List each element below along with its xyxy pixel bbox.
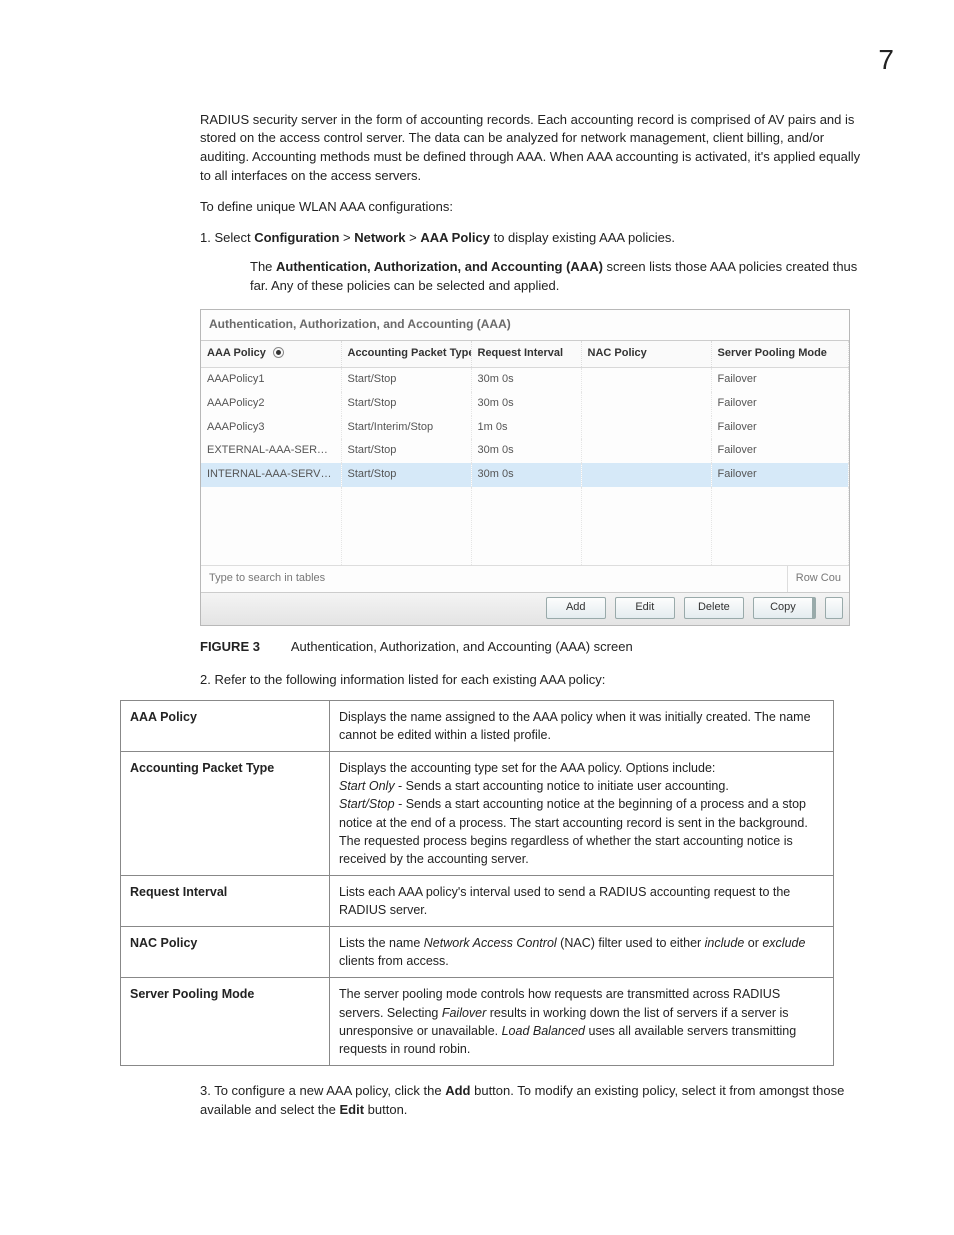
definition-term: NAC Policy (121, 927, 330, 978)
copy-button[interactable]: Copy (753, 597, 816, 619)
definition-table: AAA PolicyDisplays the name assigned to … (120, 700, 834, 1066)
sort-indicator-icon (273, 347, 284, 358)
step-2: 2. Refer to the following information li… (200, 671, 874, 690)
definition-term: Accounting Packet Type (121, 752, 330, 876)
step-1: 1. Select Configuration > Network > AAA … (200, 229, 874, 248)
search-input[interactable]: Type to search in tables (201, 566, 788, 592)
table-row[interactable]: AAAPolicy2Start/Stop30m 0sFailover (201, 392, 849, 416)
definition-desc: Lists each AAA policy's interval used to… (330, 875, 834, 926)
panel-title: Authentication, Authorization, and Accou… (201, 310, 849, 340)
table-row[interactable]: AAAPolicy3Start/Interim/Stop1m 0sFailove… (201, 416, 849, 440)
add-button[interactable]: Add (546, 597, 606, 619)
intro-paragraph: RADIUS security server in the form of ac… (200, 111, 874, 186)
figure-caption: FIGURE 3 Authentication, Authorization, … (200, 638, 894, 657)
step-1-sub: The Authentication, Authorization, and A… (250, 258, 874, 296)
aaa-screenshot: Authentication, Authorization, and Accou… (200, 309, 850, 626)
table-row[interactable]: INTERNAL-AAA-SERVERStart/Stop30m 0sFailo… (201, 463, 849, 487)
define-line: To define unique WLAN AAA configurations… (200, 198, 874, 217)
col-aaa-policy[interactable]: AAA Policy (201, 341, 341, 367)
definition-desc: Displays the name assigned to the AAA po… (330, 700, 834, 751)
definition-term: Server Pooling Mode (121, 978, 330, 1066)
definition-desc: The server pooling mode controls how req… (330, 978, 834, 1066)
col-nac-policy[interactable]: NAC Policy (581, 341, 711, 367)
more-button[interactable] (825, 597, 843, 619)
policy-table: AAA Policy Accounting Packet Type Reques… (201, 341, 849, 566)
definition-term: Request Interval (121, 875, 330, 926)
definition-desc: Lists the name Network Access Control (N… (330, 927, 834, 978)
col-pooling-mode[interactable]: Server Pooling Mode (711, 341, 849, 367)
definition-term: AAA Policy (121, 700, 330, 751)
table-row[interactable]: AAAPolicy1Start/Stop30m 0sFailover (201, 367, 849, 391)
table-row[interactable]: EXTERNAL-AAA-SERVERSStart/Stop30m 0sFail… (201, 439, 849, 463)
col-request-interval[interactable]: Request Interval (471, 341, 581, 367)
definition-desc: Displays the accounting type set for the… (330, 752, 834, 876)
col-packet-type[interactable]: Accounting Packet Type (341, 341, 471, 367)
row-count-label: Row Cou (788, 566, 849, 592)
delete-button[interactable]: Delete (684, 597, 744, 619)
button-bar: Add Edit Delete Copy (201, 592, 849, 625)
edit-button[interactable]: Edit (615, 597, 675, 619)
step-3: 3. To configure a new AAA policy, click … (200, 1082, 874, 1120)
page-number: 7 (60, 40, 894, 81)
